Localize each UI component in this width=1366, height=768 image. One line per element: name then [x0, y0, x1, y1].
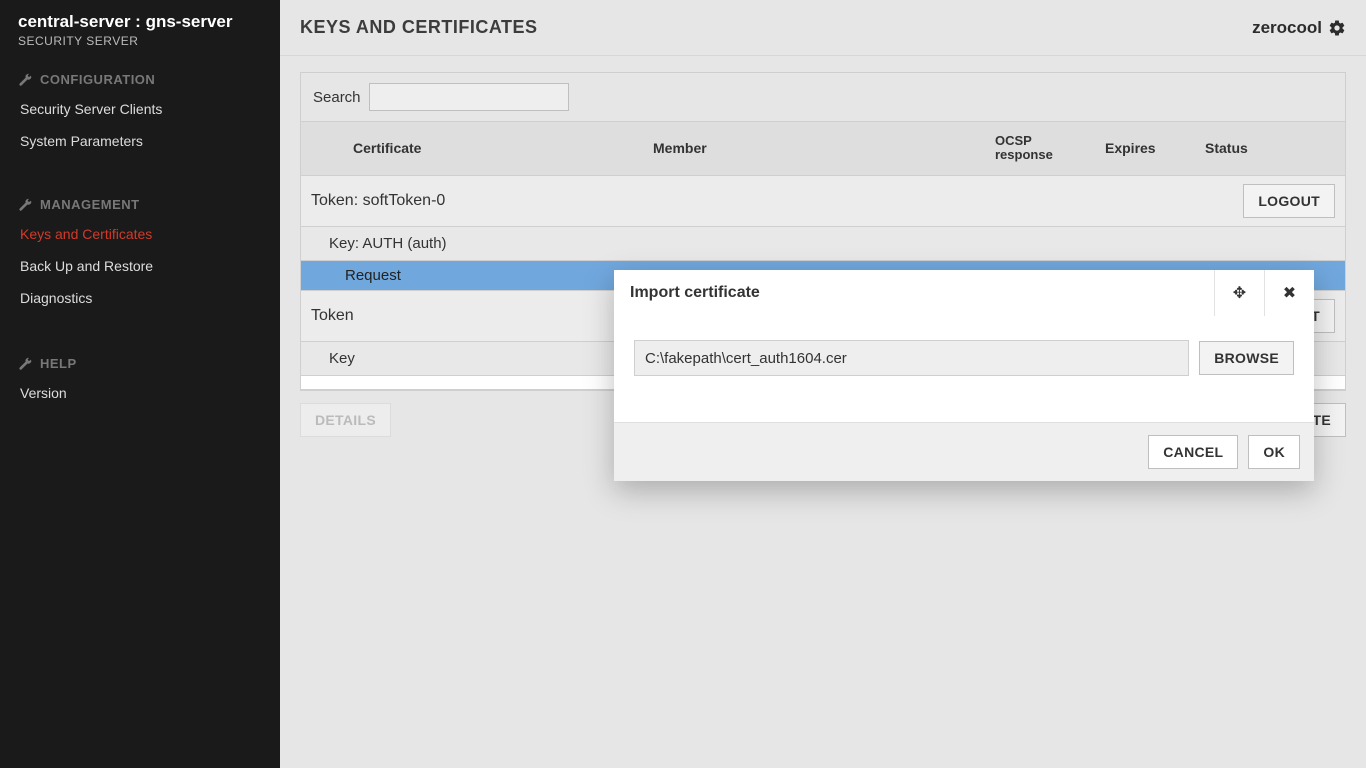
table-header: Certificate Member OCSP response Expires…: [301, 121, 1345, 176]
user-menu[interactable]: zerocool: [1252, 18, 1346, 38]
col-expires[interactable]: Expires: [1095, 128, 1195, 168]
sidebar-item-backup[interactable]: Back Up and Restore: [0, 250, 280, 282]
search-input[interactable]: [369, 83, 569, 111]
topbar: KEYS AND CERTIFICATES zerocool: [280, 0, 1366, 56]
token-label: Token: softToken-0: [311, 192, 445, 210]
sidebar-item-version[interactable]: Version: [0, 377, 280, 409]
username: zerocool: [1252, 18, 1322, 38]
section-help: HELP: [0, 342, 280, 377]
sidebar-item-clients[interactable]: Security Server Clients: [0, 93, 280, 125]
dialog-close-button[interactable]: ✖: [1264, 270, 1314, 316]
page-title: KEYS AND CERTIFICATES: [300, 17, 538, 38]
section-management-label: MANAGEMENT: [40, 197, 140, 212]
expand-icon: ✥: [1233, 283, 1246, 303]
sidebar-item-keys[interactable]: Keys and Certificates: [0, 218, 280, 250]
wrench-icon: [18, 357, 32, 371]
logout-button[interactable]: LOGOUT: [1243, 184, 1335, 218]
token-row[interactable]: Token: softToken-0 LOGOUT: [301, 176, 1345, 227]
details-button[interactable]: DETAILS: [300, 403, 391, 437]
col-ocsp[interactable]: OCSP response: [985, 122, 1095, 175]
server-subtitle: SECURITY SERVER: [18, 34, 262, 48]
col-indicator: [301, 136, 343, 160]
sidebar-item-diagnostics[interactable]: Diagnostics: [0, 282, 280, 314]
dialog-title: Import certificate: [614, 270, 1214, 316]
col-certificate[interactable]: Certificate: [343, 128, 643, 168]
dialog-maximize-button[interactable]: ✥: [1214, 270, 1264, 316]
wrench-icon: [18, 73, 32, 87]
file-path-input[interactable]: [634, 340, 1189, 376]
sidebar: central-server : gns-server SECURITY SER…: [0, 0, 280, 768]
search-row: Search: [301, 73, 1345, 121]
col-member[interactable]: Member: [643, 128, 985, 168]
section-configuration: CONFIGURATION: [0, 58, 280, 93]
server-title: central-server : gns-server: [18, 12, 262, 32]
key-row[interactable]: Key: AUTH (auth): [301, 227, 1345, 261]
wrench-icon: [18, 198, 32, 212]
section-management: MANAGEMENT: [0, 183, 280, 218]
sidebar-header: central-server : gns-server SECURITY SER…: [0, 0, 280, 58]
gear-icon: [1328, 19, 1346, 37]
close-icon: ✖: [1283, 283, 1296, 303]
token-label: Token: [311, 307, 354, 325]
dialog-body: BROWSE: [614, 316, 1314, 422]
browse-button[interactable]: BROWSE: [1199, 341, 1294, 375]
ok-button[interactable]: OK: [1248, 435, 1300, 469]
search-label: Search: [313, 89, 361, 106]
section-help-label: HELP: [40, 356, 77, 371]
col-status[interactable]: Status: [1195, 128, 1345, 168]
main: KEYS AND CERTIFICATES zerocool Search Ce…: [280, 0, 1366, 768]
cancel-button[interactable]: CANCEL: [1148, 435, 1238, 469]
section-configuration-label: CONFIGURATION: [40, 72, 155, 87]
dialog-header: Import certificate ✥ ✖: [614, 270, 1314, 316]
import-certificate-dialog: Import certificate ✥ ✖ BROWSE CANCEL OK: [614, 270, 1314, 481]
sidebar-item-params[interactable]: System Parameters: [0, 125, 280, 157]
dialog-footer: CANCEL OK: [614, 422, 1314, 481]
